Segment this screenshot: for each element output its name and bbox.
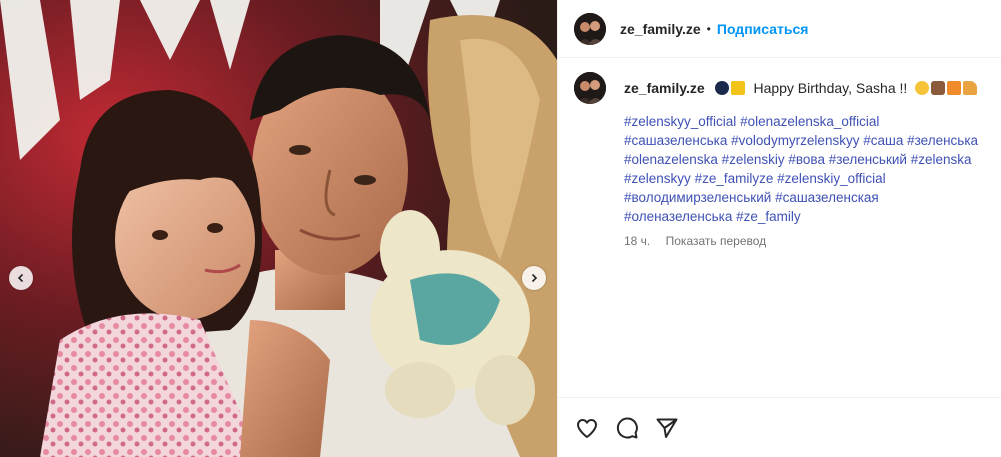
comment-icon: [616, 417, 638, 438]
username[interactable]: ze_family.ze: [620, 21, 701, 37]
carousel-next-button[interactable]: [522, 266, 546, 290]
carousel-prev-button[interactable]: [9, 266, 33, 290]
action-bar: [558, 397, 1001, 457]
hashtag-link[interactable]: #zelenskyy_official: [624, 114, 736, 129]
follow-button[interactable]: Подписаться: [717, 21, 809, 37]
paper-plane-icon: [656, 418, 678, 438]
smiling-face-emoji-icon: [915, 81, 930, 95]
comment-button[interactable]: [614, 415, 640, 441]
chevron-right-icon: [531, 273, 538, 283]
hashtag-link[interactable]: #саша: [863, 133, 903, 148]
party-popper-emoji-icon: [963, 81, 978, 95]
caption-username[interactable]: ze_family.ze: [624, 80, 705, 96]
instagram-post: ze_family.ze • Подписаться ze_family.ze …: [0, 0, 1001, 457]
hashtag-link[interactable]: #zelenskiy_official: [777, 171, 886, 186]
chevron-left-icon: [17, 273, 24, 283]
hashtag-link[interactable]: #zelenska: [911, 152, 972, 167]
post-photo: [0, 0, 557, 457]
hashtag-link[interactable]: #olenazelenska: [624, 152, 718, 167]
hashtag-link[interactable]: #zelenskiy: [722, 152, 785, 167]
sparkles-emoji-icon: [730, 81, 745, 95]
hashtag-link[interactable]: #володимирзеленський: [624, 190, 771, 205]
timestamp: 18 ч.: [624, 234, 651, 248]
post-header: ze_family.ze • Подписаться: [558, 0, 1001, 58]
caption-comment: ze_family.ze Happy Birthday, Sasha !! #z…: [558, 58, 1001, 251]
gift-emoji-icon: [947, 81, 962, 95]
caption-line: ze_family.ze Happy Birthday, Sasha !!: [624, 79, 984, 98]
share-button[interactable]: [654, 415, 680, 441]
header-separator: •: [706, 21, 711, 36]
avatar-image: [574, 72, 606, 104]
hashtags: #zelenskyy_official #olenazelenska_offic…: [624, 112, 984, 226]
translate-link[interactable]: Показать перевод: [666, 234, 767, 248]
avatar-image: [574, 12, 606, 45]
hashtag-link[interactable]: #зеленська: [907, 133, 978, 148]
hashtag-link[interactable]: #olenazelenska_official: [740, 114, 879, 129]
caption-avatar[interactable]: [574, 72, 606, 104]
hashtag-link[interactable]: #zelenskyy: [624, 171, 691, 186]
balloon-emoji-icon: [714, 81, 729, 95]
hashtag-link[interactable]: #ze_familyze: [695, 171, 774, 186]
post-meta: 18 ч. Показать перевод: [624, 232, 984, 251]
hashtag-link[interactable]: #сашазеленская: [775, 190, 879, 205]
avatar[interactable]: [574, 12, 606, 45]
hashtag-link[interactable]: #volodymyrzelenskyy: [731, 133, 859, 148]
hashtag-link[interactable]: #оленазеленська: [624, 209, 732, 224]
post-side-panel: ze_family.ze • Подписаться ze_family.ze …: [557, 0, 1001, 457]
heart-icon: [577, 418, 597, 438]
like-button[interactable]: [574, 415, 600, 441]
hashtag-link[interactable]: #вова: [788, 152, 825, 167]
hashtag-link[interactable]: #сашазеленська: [624, 133, 727, 148]
cake-emoji-icon: [931, 81, 946, 95]
caption-text: Happy Birthday, Sasha !!: [753, 80, 908, 96]
hashtag-link[interactable]: #ze_family: [736, 209, 801, 224]
hashtag-link[interactable]: #зеленський: [829, 152, 907, 167]
post-media[interactable]: [0, 0, 557, 457]
caption-body: ze_family.ze Happy Birthday, Sasha !! #z…: [624, 72, 984, 251]
